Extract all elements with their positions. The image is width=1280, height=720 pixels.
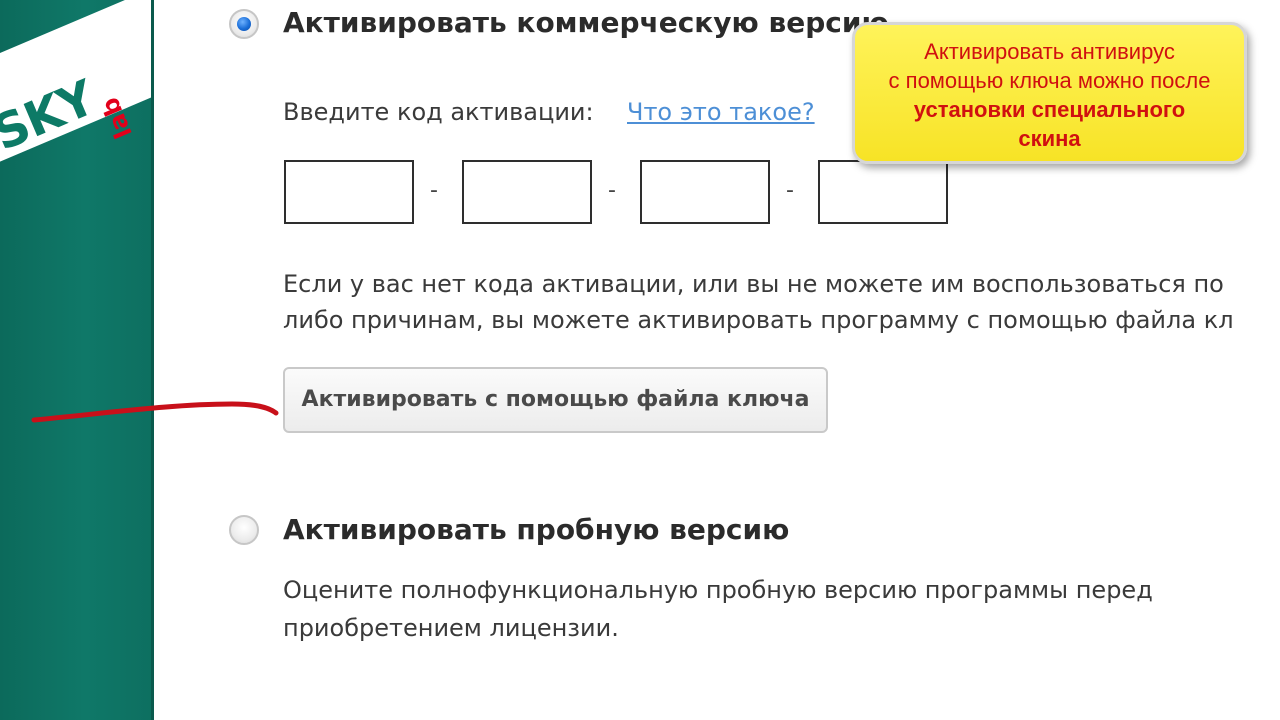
activation-code-field-4[interactable]	[818, 160, 948, 224]
activate-with-key-file-button[interactable]: Активировать с помощью файла ключа	[283, 367, 828, 433]
code-separator: -	[786, 178, 794, 203]
trial-radio-button[interactable]	[229, 515, 259, 545]
activation-code-field-3[interactable]	[640, 160, 770, 224]
trial-description-text: Оцените полнофункциональную пробную верс…	[283, 576, 1153, 604]
code-separator: -	[608, 178, 616, 203]
callout-text-emphasis: установки специального	[913, 97, 1186, 122]
trial-option-title[interactable]: Активировать пробную версию	[283, 513, 789, 546]
activation-window: SKY lab Активировать коммерческую версию…	[0, 0, 1280, 720]
activation-code-label: Введите код активации:	[283, 98, 594, 126]
trial-description-text: приобретением лицензии.	[283, 614, 619, 642]
commercial-option-title[interactable]: Активировать коммерческую версию	[283, 6, 889, 39]
what-is-this-link[interactable]: Что это такое?	[627, 98, 815, 126]
callout-text: Активировать антивирус	[924, 39, 1175, 64]
no-code-info-text: Если у вас нет кода активации, или вы не…	[283, 270, 1224, 298]
activation-code-field-1[interactable]	[284, 160, 414, 224]
callout-text: с помощью ключа можно после	[888, 68, 1211, 93]
no-code-info-text: либо причинам, вы можете активировать пр…	[283, 306, 1234, 334]
activation-code-field-2[interactable]	[462, 160, 592, 224]
tip-callout: Активировать антивирус с помощью ключа м…	[852, 22, 1247, 164]
callout-text-emphasis: скина	[1018, 126, 1081, 151]
code-separator: -	[430, 178, 438, 203]
red-pointer-annotation	[31, 401, 279, 423]
